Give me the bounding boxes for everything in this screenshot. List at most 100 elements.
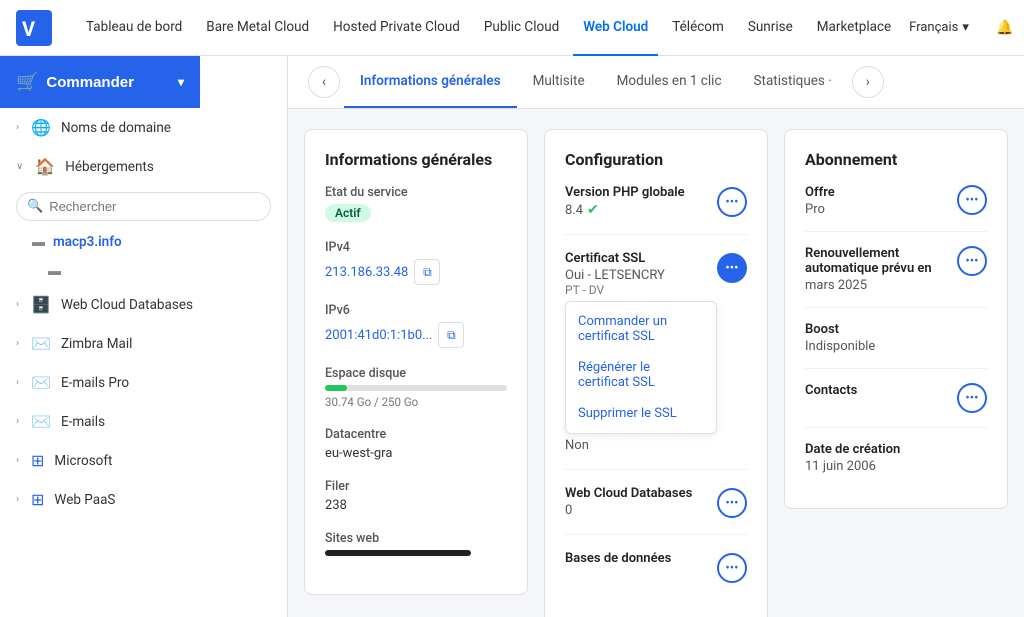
sidebar-item-emails-pro[interactable]: › ✉️ E-mails Pro	[0, 363, 287, 402]
ipv6-value: 2001:41d0:1:1b0...	[325, 328, 432, 343]
chevron-down-icon: ∨	[16, 161, 23, 172]
renouvellement-value: mars 2025	[805, 278, 957, 293]
chevron-right-icon: ›	[16, 299, 19, 310]
contacts-label: Contacts	[805, 383, 857, 398]
contacts-more-button[interactable]: •••	[957, 383, 987, 413]
search-box: 🔍	[16, 192, 271, 221]
chevron-right-icon: ›	[16, 416, 19, 427]
nav-web-cloud[interactable]: Web Cloud	[573, 0, 658, 56]
globe-icon: 🌐	[31, 118, 51, 137]
offre-more-button[interactable]: •••	[957, 185, 987, 215]
top-nav: V Tableau de bord Bare Metal Cloud Hoste…	[0, 0, 1024, 56]
card-informations-generales: Informations générales Etat du service A…	[304, 129, 528, 595]
chevron-right-icon: ›	[16, 377, 19, 388]
renouvellement-more-button[interactable]: •••	[957, 246, 987, 276]
ipv4-value: 213.186.33.48	[325, 265, 408, 280]
config-ssl: Certificat SSL Oui - LETSENCRY PT - DV C…	[565, 251, 747, 470]
config-title: Configuration	[565, 150, 747, 169]
ssl-dropdown-commander[interactable]: Commander un certificat SSL	[566, 306, 716, 352]
mail-pro-icon: ✉️	[31, 373, 51, 392]
sidebar-sub-hebergements: ▬ macp3.info ▬	[0, 227, 287, 285]
info-filer: Filer 238	[325, 479, 507, 513]
tab-next-button[interactable]: ›	[852, 66, 884, 98]
nav-bare-metal[interactable]: Bare Metal Cloud	[196, 0, 319, 56]
copy-ipv4-button[interactable]: ⧉	[414, 259, 440, 285]
sidebar-item-emails[interactable]: › ✉️ E-mails	[0, 402, 287, 441]
filer-value: 238	[325, 498, 507, 513]
card-configuration: Configuration Version PHP globale 8.4 ✔ …	[544, 129, 768, 617]
offre-value: Pro	[805, 202, 835, 217]
bases-label: Bases de données	[565, 551, 671, 566]
config-databases: Web Cloud Databases 0 •••	[565, 486, 747, 535]
nav-right: Français ▾ 🔔 👤	[901, 12, 1024, 44]
notification-icon[interactable]: 🔔	[989, 12, 1021, 44]
php-more-button[interactable]: •••	[717, 187, 747, 217]
hosting-icon: 🏠	[35, 157, 55, 176]
cards-area: Informations générales Etat du service A…	[288, 109, 1024, 617]
abo-contacts: Contacts •••	[805, 383, 987, 428]
etat-label: Etat du service	[325, 185, 507, 200]
espace-label: Espace disque	[325, 366, 507, 381]
tab-statistiques[interactable]: Statistiques ·	[738, 56, 848, 108]
microsoft-icon: ⊞	[31, 451, 44, 470]
php-label: Version PHP globale	[565, 185, 685, 200]
sidebar-item-hebergements[interactable]: ∨ 🏠 Hébergements	[0, 147, 287, 186]
sidebar-item-macp3[interactable]: ▬ macp3.info	[32, 227, 287, 257]
chevron-right-icon: ›	[16, 455, 19, 466]
ssl-dropdown-regenerer[interactable]: Régénérer le certificat SSL	[566, 352, 716, 398]
ssl-dropdown-supprimer[interactable]: Supprimer le SSL	[566, 398, 716, 429]
abo-renouvellement: Renouvellement automatique prévu en mars…	[805, 246, 987, 308]
nav-marketplace[interactable]: Marketplace	[807, 0, 901, 56]
tabs-bar: ‹ Informations générales Multisite Modul…	[288, 56, 1024, 109]
svg-text:V: V	[22, 17, 36, 41]
nav-telecom[interactable]: Télécom	[662, 0, 734, 56]
info-sites-web: Sites web	[325, 531, 507, 556]
bases-more-button[interactable]: •••	[717, 553, 747, 583]
nav-sunrise[interactable]: Sunrise	[738, 0, 803, 56]
sidebar-item-web-cloud-databases[interactable]: › 🗄️ Web Cloud Databases	[0, 285, 287, 324]
commander-button[interactable]: 🛒 Commander ▾	[0, 56, 200, 108]
nav-tableau-de-bord[interactable]: Tableau de bord	[76, 0, 192, 56]
search-icon: 🔍	[27, 199, 43, 214]
nav-public-cloud[interactable]: Public Cloud	[474, 0, 569, 56]
tab-prev-button[interactable]: ‹	[308, 66, 340, 98]
check-icon: ✔	[587, 202, 599, 218]
logo[interactable]: V	[16, 10, 52, 46]
abo-boost: Boost Indisponible	[805, 322, 987, 369]
expand-icon[interactable]: ▬	[48, 264, 61, 279]
search-input[interactable]	[49, 199, 260, 214]
config-php: Version PHP globale 8.4 ✔ •••	[565, 185, 747, 235]
datacentre-label: Datacentre	[325, 427, 507, 442]
tab-modules[interactable]: Modules en 1 clic	[601, 56, 738, 108]
sidebar-item-zimbra-mail[interactable]: › ✉️ Zimbra Mail	[0, 324, 287, 363]
ssl-value: Oui - LETSENCRY	[565, 268, 717, 283]
sidebar-item-microsoft[interactable]: › ⊞ Microsoft	[0, 441, 287, 480]
nav-hosted-private[interactable]: Hosted Private Cloud	[323, 0, 470, 56]
renouvellement-label: Renouvellement automatique prévu en	[805, 246, 957, 276]
chevron-right-icon: ›	[16, 338, 19, 349]
progress-bar-bg	[325, 385, 507, 391]
datacentre-value: eu-west-gra	[325, 446, 507, 461]
info-ipv6: IPv6 2001:41d0:1:1b0... ⧉	[325, 303, 507, 348]
databases-more-button[interactable]: •••	[717, 488, 747, 518]
language-selector[interactable]: Français ▾	[901, 16, 977, 39]
date-label: Date de création	[805, 442, 900, 457]
sidebar-item-web-paas[interactable]: › ⊞ Web PaaS	[0, 480, 287, 519]
sidebar-item-noms-de-domaine[interactable]: › 🌐 Noms de domaine	[0, 108, 287, 147]
tab-multisite[interactable]: Multisite	[517, 56, 601, 108]
ssl-sub: PT - DV	[565, 283, 717, 297]
ssl-more-button[interactable]: •••	[717, 253, 747, 283]
card-info-title: Informations générales	[325, 150, 507, 169]
config-bases: Bases de données •••	[565, 551, 747, 599]
etat-badge: Actif	[325, 204, 371, 222]
ssl-dropdown: Commander un certificat SSL Régénérer le…	[565, 301, 717, 434]
tab-informations-generales[interactable]: Informations générales	[344, 56, 517, 108]
ssl-label: Certificat SSL	[565, 251, 717, 266]
commander-chevron-icon: ▾	[178, 75, 184, 89]
chevron-right-icon: ›	[16, 494, 19, 505]
databases-label: Web Cloud Databases	[565, 486, 692, 501]
nav-links: Tableau de bord Bare Metal Cloud Hosted …	[76, 0, 901, 56]
cart-icon: 🛒	[16, 72, 38, 93]
copy-ipv6-button[interactable]: ⧉	[438, 322, 464, 348]
app-body: 🛒 Commander ▾ › 🌐 Noms de domaine ∨ 🏠 Hé…	[0, 56, 1024, 617]
